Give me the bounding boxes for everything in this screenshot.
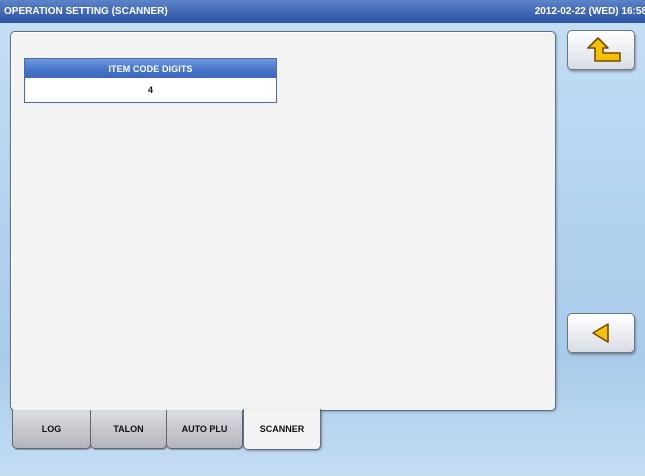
tab-scanner[interactable]: SCANNER	[243, 409, 321, 450]
tab-log[interactable]: LOG	[12, 410, 91, 449]
tab-talon[interactable]: TALON	[90, 410, 167, 449]
previous-button[interactable]	[567, 313, 635, 353]
page-title: OPERATION SETTING (SCANNER)	[4, 6, 168, 17]
item-code-digits-label: ITEM CODE DIGITS	[25, 59, 276, 78]
back-button[interactable]	[567, 30, 635, 70]
item-code-digits-value[interactable]: 4	[25, 78, 276, 102]
date-time: 2012-02-22 (WED) 16:58	[534, 6, 645, 17]
left-triangle-icon	[592, 323, 609, 343]
tab-auto-plu[interactable]: AUTO PLU	[166, 410, 243, 449]
item-code-digits-setting[interactable]: ITEM CODE DIGITS 4	[24, 58, 277, 103]
return-arrow-icon	[587, 37, 621, 62]
title-bar: OPERATION SETTING (SCANNER) 2012-02-22 (…	[0, 0, 645, 23]
